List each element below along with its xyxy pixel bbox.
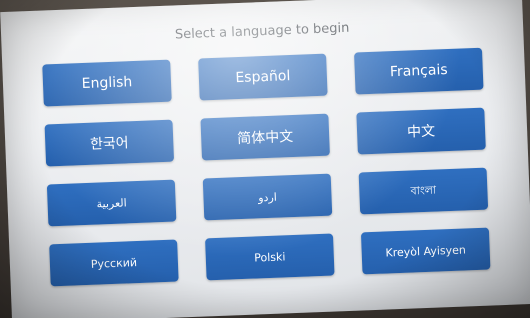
language-button-spanish[interactable]: Español — [198, 53, 328, 101]
language-button-polish[interactable]: Polski — [205, 233, 335, 281]
language-button-korean[interactable]: 한국어 — [44, 119, 175, 167]
photo-scene: Select a language to begin English Españ… — [0, 0, 530, 318]
language-button-english[interactable]: English — [42, 59, 172, 107]
language-button-simplified-chinese[interactable]: 简体中文 — [200, 113, 330, 161]
kiosk-screen: Select a language to begin English Españ… — [0, 0, 530, 318]
language-button-bengali[interactable]: বাংলা — [358, 167, 489, 215]
language-button-arabic[interactable]: العربية — [46, 179, 177, 227]
language-button-haitian-creole[interactable]: Kreyòl Ayisyen — [360, 227, 491, 275]
language-button-russian[interactable]: Русский — [49, 239, 179, 287]
language-button-chinese[interactable]: 中文 — [356, 107, 486, 155]
language-button-urdu[interactable]: اردو — [202, 173, 333, 221]
language-grid: English Español Français 한국어 简体中文 中文 الع… — [42, 47, 491, 287]
language-prompt: Select a language to begin — [174, 20, 350, 43]
language-button-french[interactable]: Français — [354, 47, 484, 95]
